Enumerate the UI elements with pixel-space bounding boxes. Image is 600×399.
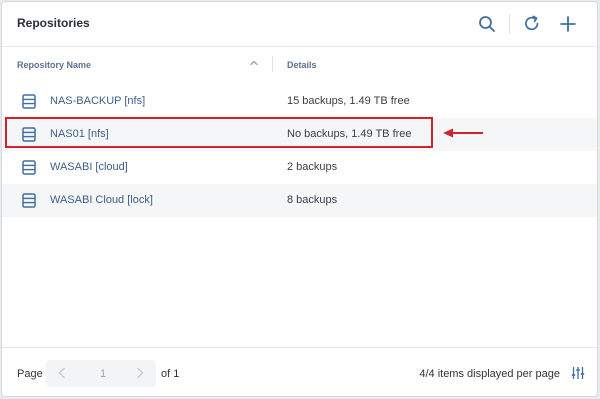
page-number-input[interactable] xyxy=(78,363,128,385)
panel-header: Repositories xyxy=(2,2,597,47)
table-row[interactable]: WASABI Cloud [lock] 8 backups xyxy=(2,184,597,217)
table-header: Repository Name Details xyxy=(2,47,597,85)
sliders-icon[interactable] xyxy=(571,366,585,380)
items-per-page-info: 4/4 items displayed per page xyxy=(419,368,560,380)
header-divider xyxy=(509,14,510,34)
column-header-details[interactable]: Details xyxy=(287,60,317,70)
repository-details: 2 backups xyxy=(287,161,338,173)
refresh-icon[interactable] xyxy=(521,13,543,35)
repository-details: 15 backups, 1.49 TB free xyxy=(287,95,410,107)
arrow-left-icon xyxy=(443,126,485,138)
chevron-up-icon[interactable] xyxy=(247,56,261,70)
table-row[interactable]: NAS01 [nfs] No backups, 1.49 TB free xyxy=(2,118,597,151)
database-icon xyxy=(22,160,36,175)
page-label: Page xyxy=(17,368,43,380)
chevron-left-icon[interactable] xyxy=(55,366,69,380)
repository-details: 8 backups xyxy=(287,194,338,206)
database-icon xyxy=(22,193,36,208)
repository-name[interactable]: WASABI Cloud [lock] xyxy=(50,194,153,206)
repository-name[interactable]: WASABI [cloud] xyxy=(50,161,128,173)
column-header-repository-name[interactable]: Repository Name xyxy=(17,60,91,70)
search-icon[interactable] xyxy=(476,13,498,35)
column-divider[interactable] xyxy=(272,56,273,72)
page-stepper xyxy=(46,360,156,387)
repository-list: NAS-BACKUP [nfs] 15 backups, 1.49 TB fre… xyxy=(2,85,597,217)
add-icon[interactable] xyxy=(557,13,579,35)
panel-title: Repositories xyxy=(17,16,90,30)
page-count: of 1 xyxy=(161,368,180,380)
repository-name[interactable]: NAS-BACKUP [nfs] xyxy=(50,95,145,107)
repository-details: No backups, 1.49 TB free xyxy=(287,128,412,140)
database-icon xyxy=(22,94,36,109)
repository-name[interactable]: NAS01 [nfs] xyxy=(50,128,109,140)
pagination-footer: Page of 1 4/4 items displayed per page xyxy=(2,347,597,396)
table-row[interactable]: WASABI [cloud] 2 backups xyxy=(2,151,597,184)
table-row[interactable]: NAS-BACKUP [nfs] 15 backups, 1.49 TB fre… xyxy=(2,85,597,118)
database-icon xyxy=(22,127,36,142)
repositories-panel: Repositories Repository Name Details NAS… xyxy=(1,1,598,397)
chevron-right-icon[interactable] xyxy=(133,366,147,380)
